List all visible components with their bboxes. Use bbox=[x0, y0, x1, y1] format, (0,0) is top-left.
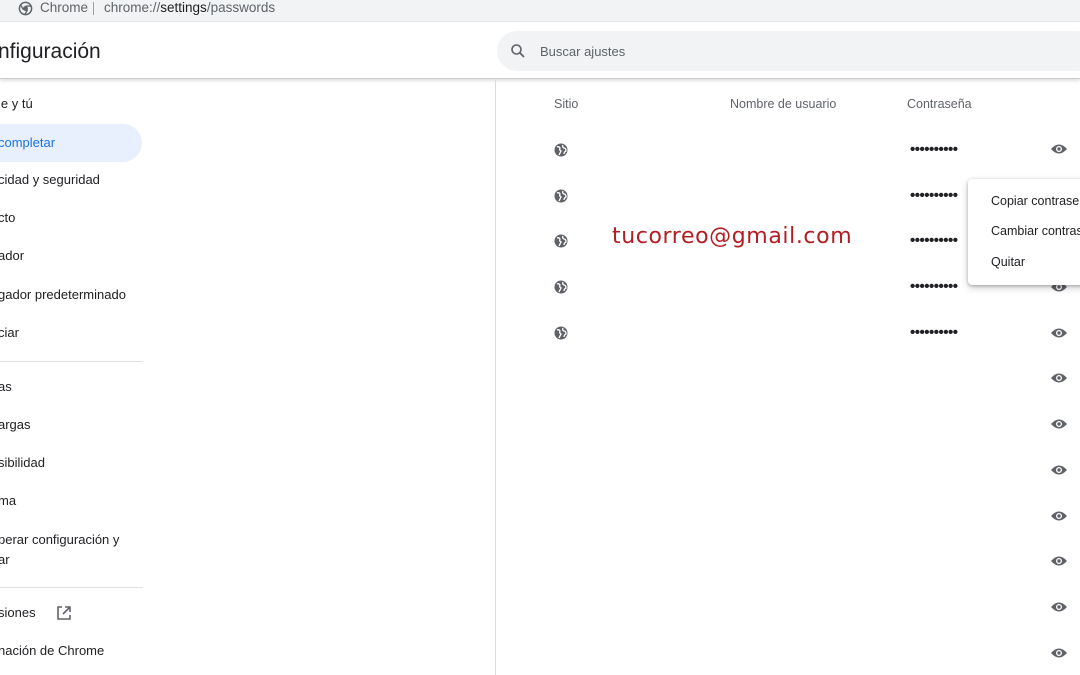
sidebar: le y tú completar cidad y seguridad cto … bbox=[0, 80, 160, 675]
sidebar-item-label: siones bbox=[0, 605, 36, 620]
eye-icon[interactable] bbox=[1050, 464, 1068, 476]
sidebar-item-you-and-google[interactable]: le y tú bbox=[0, 85, 142, 123]
sidebar-item-label: ciar bbox=[0, 325, 19, 340]
password-masked: •••••••••• bbox=[910, 232, 958, 249]
eye-icon[interactable] bbox=[1050, 601, 1068, 613]
sidebar-item-label: perar configuración y ar bbox=[0, 532, 120, 567]
eye-icon[interactable] bbox=[1050, 647, 1068, 659]
eye-icon[interactable] bbox=[1050, 555, 1068, 567]
password-masked: •••••••••• bbox=[910, 278, 958, 295]
search-input[interactable] bbox=[540, 40, 1040, 62]
menu-item-remove[interactable]: Quitar bbox=[991, 254, 1025, 270]
password-context-menu: Copiar contraseña Cambiar contraseña Qui… bbox=[968, 179, 1080, 285]
password-masked: •••••••••• bbox=[910, 324, 958, 341]
menu-item-change-password[interactable]: Cambiar contraseña bbox=[991, 223, 1080, 239]
eye-icon[interactable] bbox=[1050, 327, 1068, 339]
sidebar-item-search-engine[interactable]: ador bbox=[0, 237, 142, 275]
globe-icon bbox=[554, 143, 568, 157]
sidebar-item-downloads[interactable]: argas bbox=[0, 406, 142, 444]
sidebar-item-label: completar bbox=[0, 135, 56, 150]
sidebar-item-label: gador predeterminado bbox=[0, 287, 126, 302]
sidebar-item-label: as bbox=[0, 379, 12, 394]
sidebar-item-appearance[interactable]: cto bbox=[0, 199, 142, 237]
eye-icon[interactable] bbox=[1050, 418, 1068, 430]
sidebar-item-autofill[interactable]: completar bbox=[0, 124, 142, 162]
url-prefix: chrome:// bbox=[104, 0, 161, 15]
password-masked: •••••••••• bbox=[910, 187, 958, 204]
settings-header: nfiguración bbox=[0, 23, 1080, 79]
sidebar-divider bbox=[0, 361, 143, 362]
browser-label: Chrome bbox=[40, 0, 89, 15]
address-separator bbox=[93, 2, 94, 15]
sidebar-item-label: nación de Chrome bbox=[0, 643, 105, 658]
globe-icon bbox=[554, 326, 568, 340]
url-host: settings bbox=[160, 0, 207, 15]
username-overlay-text: tucorreo@gmail.com bbox=[612, 224, 853, 249]
sidebar-item-accessibility[interactable]: sibilidad bbox=[0, 444, 142, 482]
sidebar-item-languages[interactable]: as bbox=[0, 368, 142, 406]
page-title: nfiguración bbox=[0, 40, 101, 63]
sidebar-item-label: argas bbox=[0, 417, 31, 432]
sidebar-item-label: le y tú bbox=[0, 96, 33, 111]
sidebar-item-default-browser[interactable]: gador predeterminado bbox=[0, 276, 142, 314]
sidebar-item-about-chrome[interactable]: nación de Chrome bbox=[0, 632, 142, 670]
sidebar-item-label: cidad y seguridad bbox=[0, 172, 100, 187]
eye-icon[interactable] bbox=[1050, 510, 1068, 522]
globe-icon bbox=[554, 189, 568, 203]
sidebar-item-system[interactable]: ma bbox=[0, 482, 142, 520]
sidebar-item-label: sibilidad bbox=[0, 455, 45, 470]
column-header-site: Sitio bbox=[554, 97, 579, 111]
eye-icon[interactable] bbox=[1050, 143, 1068, 155]
sidebar-item-on-startup[interactable]: ciar bbox=[0, 314, 142, 352]
menu-item-copy-password[interactable]: Copiar contraseña bbox=[991, 193, 1080, 209]
external-link-icon bbox=[57, 606, 71, 620]
globe-icon bbox=[554, 234, 568, 248]
search-box[interactable] bbox=[497, 31, 1080, 71]
chrome-icon bbox=[18, 1, 33, 16]
sidebar-item-label: cto bbox=[0, 210, 16, 225]
globe-icon bbox=[554, 280, 568, 294]
column-header-username: Nombre de usuario bbox=[730, 97, 837, 111]
sidebar-divider bbox=[0, 587, 143, 588]
search-icon bbox=[511, 44, 525, 58]
sidebar-item-privacy-security[interactable]: cidad y seguridad bbox=[0, 161, 142, 199]
sidebar-item-extensions[interactable]: siones bbox=[0, 594, 142, 632]
eye-icon[interactable] bbox=[1050, 372, 1068, 384]
sidebar-item-label: ma bbox=[0, 493, 17, 508]
url-path: /passwords bbox=[206, 0, 276, 15]
column-header-password: Contraseña bbox=[907, 97, 972, 111]
url-text[interactable]: chrome://settings/passwords bbox=[104, 0, 275, 16]
address-bar[interactable]: Chrome chrome://settings/passwords bbox=[0, 0, 1080, 22]
password-masked: •••••••••• bbox=[910, 141, 958, 158]
sidebar-item-label: ador bbox=[0, 248, 25, 263]
sidebar-item-reset-settings[interactable]: perar configuración y ar bbox=[0, 530, 142, 574]
content-border bbox=[495, 80, 496, 675]
